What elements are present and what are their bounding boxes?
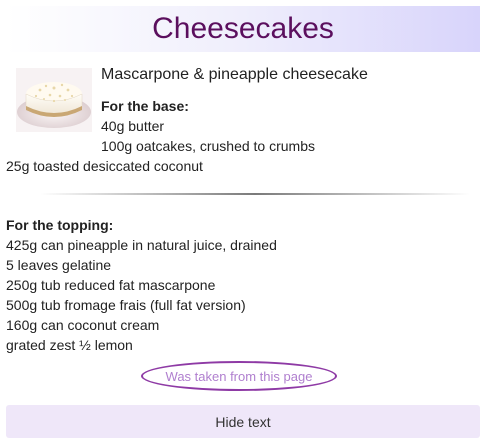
hide-text-button[interactable]: Hide text [6,405,480,438]
page-title: Cheesecakes [152,12,334,45]
list-item: 250g tub reduced fat mascarpone [6,277,216,293]
cheesecake-image [16,68,92,132]
list-item: 40g butter [101,118,165,134]
base-heading: For the base: [101,98,189,114]
list-item: 160g can coconut cream [6,317,160,333]
list-item: grated zest ½ lemon [6,337,133,353]
list-item: 425g can pineapple in natural juice, dra… [6,237,277,253]
source-page-link[interactable]: Was taken from this page [141,361,337,391]
recipe-title: Mascarpone & pineapple cheesecake [101,66,368,83]
list-item: 100g oatcakes, crushed to crumbs [101,138,316,154]
base-ingredient-list: 40g butter 100g oatcakes, crushed to cru… [101,116,315,156]
cheesecake-icon [16,68,92,132]
divider [40,193,470,195]
topping-ingredient-list: 425g can pineapple in natural juice, dra… [6,235,277,355]
list-item: 500g tub fromage frais (full fat version… [6,297,246,313]
page-header: Cheesecakes [6,6,480,52]
list-item: 5 leaves gelatine [6,257,112,273]
topping-heading: For the topping: [6,217,114,233]
list-item: 25g toasted desiccated coconut [6,158,203,174]
